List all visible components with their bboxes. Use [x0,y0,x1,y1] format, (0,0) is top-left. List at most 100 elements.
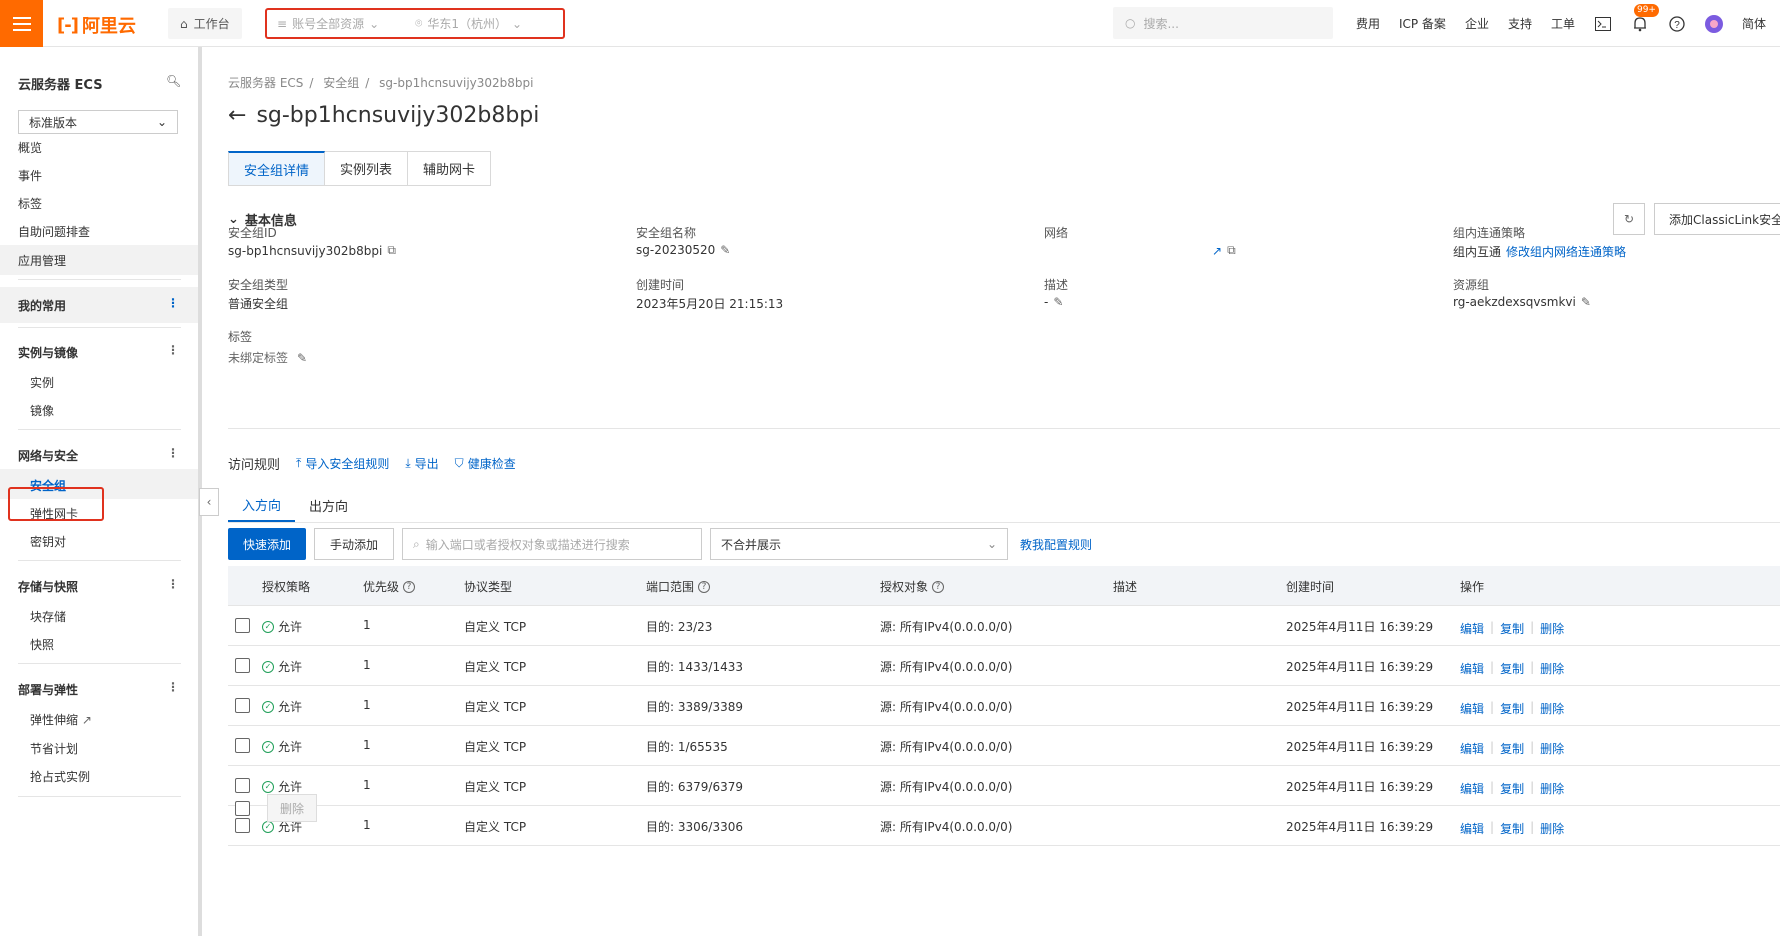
sidebar-group-storage[interactable]: 存储与快照 [18,578,78,595]
teach-me-link[interactable]: 教我配置规则 [1020,536,1092,553]
group-more-icon[interactable]: ⋮ [167,343,179,357]
help-icon[interactable]: ? [698,580,711,593]
toplink-enterprise[interactable]: 企业 [1465,15,1489,32]
sidebar-item-app-management[interactable]: 应用管理 [18,252,66,269]
copy-link[interactable]: 复制 [1500,740,1524,757]
help-icon[interactable]: ? [403,580,416,593]
tab-details[interactable]: 安全组详情 [228,151,326,186]
row-checkbox[interactable] [235,618,250,633]
sidebar-search-icon[interactable]: 🔍︎ [166,74,181,88]
sidebar-item-block-storage[interactable]: 块存储 [30,608,66,625]
edit-icon[interactable]: ✎ [720,243,730,257]
sidebar-item-savings-plan[interactable]: 节省计划 [30,740,78,757]
edit-link[interactable]: 编辑 [1460,660,1484,677]
bell-icon[interactable]: 99+ [1631,3,1659,33]
row-checkbox[interactable] [235,658,250,673]
tab-secondary-eni[interactable]: 辅助网卡 [408,151,492,186]
quick-add-button[interactable]: 快速添加 [228,528,307,560]
sidebar-favorites[interactable]: 我的常用 [18,297,66,314]
breadcrumb-security-groups[interactable]: 安全组 [323,76,359,90]
sidebar-item-autoscaling[interactable]: 弹性伸缩 ↗ [30,711,92,728]
global-search-input[interactable]: ○ 搜索... [1113,7,1333,39]
shield-check-icon: ⛉ [454,456,464,470]
edit-link[interactable]: 编辑 [1460,740,1484,757]
language-switch[interactable]: 简体 [1742,15,1766,32]
edit-link[interactable]: 编辑 [1460,700,1484,717]
sidebar-group-instances[interactable]: 实例与镜像 [18,344,78,361]
favorites-more-icon[interactable]: ⋮ [167,296,179,310]
sidebar-item-snapshots[interactable]: 快照 [30,636,54,653]
delete-link[interactable]: 删除 [1540,620,1564,637]
select-all-checkbox[interactable] [235,800,250,816]
sidebar-item-keypairs[interactable]: 密钥对 [30,533,66,550]
copy-icon[interactable]: ⧉ [387,243,396,258]
delete-link[interactable]: 删除 [1540,660,1564,677]
sidebar-item-instances[interactable]: 实例 [30,374,54,391]
edit-icon[interactable]: ✎ [297,351,307,365]
copy-link[interactable]: 复制 [1500,820,1524,837]
avatar[interactable] [1704,14,1723,33]
sidebar-collapse-button[interactable]: ‹ [199,488,219,516]
add-classiclink-button[interactable]: 添加ClassicLink安全组规则 [1654,203,1780,235]
copy-icon[interactable]: ⧉ [1227,243,1236,258]
merge-display-select[interactable]: 不合并展示 ⌄ [710,528,1009,560]
aliyun-logo[interactable]: [-] 阿里云 [57,12,136,38]
manual-add-button[interactable]: 手动添加 [314,528,395,560]
rules-search-input[interactable]: ⌕ 输入端口或者授权对象或描述进行搜索 [402,528,703,560]
group-more-icon[interactable]: ⋮ [167,577,179,591]
sidebar-item-tags[interactable]: 标签 [18,195,42,212]
tab-outbound[interactable]: 出方向 [295,488,362,522]
sidebar-item-events[interactable]: 事件 [18,167,42,184]
sidebar-item-spot-instances[interactable]: 抢占式实例 [30,768,90,785]
tab-inbound[interactable]: 入方向 [228,488,296,522]
delete-link[interactable]: 删除 [1540,740,1564,757]
edit-link[interactable]: 编辑 [1460,780,1484,797]
refresh-button[interactable]: ↻ [1613,203,1645,235]
check-circle-icon: ✓ [262,660,274,673]
breadcrumb-ecs[interactable]: 云服务器 ECS [228,76,303,90]
external-link-icon[interactable]: ↗ [1212,244,1222,258]
edit-icon[interactable]: ✎ [1581,295,1591,309]
sidebar-group-deploy[interactable]: 部署与弹性 [18,681,78,698]
back-arrow-icon[interactable]: ← [228,103,246,128]
copy-link[interactable]: 复制 [1500,620,1524,637]
edit-link[interactable]: 编辑 [1460,620,1484,637]
location-pin-icon: ⌾ [415,16,423,30]
toplink-billing[interactable]: 费用 [1356,15,1380,32]
tab-instances[interactable]: 实例列表 [325,151,409,186]
help-icon[interactable]: ? [1668,15,1686,33]
export-link[interactable]: ⤓ 导出 [405,455,438,472]
copy-link[interactable]: 复制 [1500,700,1524,717]
edit-link[interactable]: 编辑 [1460,820,1484,837]
region-dropdown[interactable]: ⌾ 华东1（杭州） ⌄ [415,15,522,32]
row-checkbox[interactable] [235,738,250,753]
copy-link[interactable]: 复制 [1500,660,1524,677]
edit-icon[interactable]: ✎ [1053,295,1063,309]
copy-link[interactable]: 复制 [1500,780,1524,797]
toplink-ticket[interactable]: 工单 [1551,15,1575,32]
row-checkbox[interactable] [235,778,250,793]
group-more-icon[interactable]: ⋮ [167,680,179,694]
sidebar-group-network[interactable]: 网络与安全 [18,447,78,464]
import-rules-link[interactable]: ⤒ 导入安全组规则 [296,455,389,472]
delete-link[interactable]: 删除 [1540,700,1564,717]
resource-scope-dropdown[interactable]: ≡ 账号全部资源 ⌄ [277,15,379,32]
terminal-icon[interactable] [1594,15,1612,33]
modify-policy-link[interactable]: 修改组内网络连通策略 [1506,243,1626,260]
delete-link[interactable]: 删除 [1540,780,1564,797]
help-icon[interactable]: ? [932,580,945,593]
sidebar-item-troubleshoot[interactable]: 自助问题排查 [18,223,90,240]
sidebar-item-overview[interactable]: 概览 [18,139,42,156]
version-select[interactable]: 标准版本 ⌄ [18,110,178,134]
toplink-icp[interactable]: ICP 备案 [1399,15,1446,32]
sidebar-item-images[interactable]: 镜像 [30,402,54,419]
bulk-delete-button[interactable]: 删除 [267,794,318,822]
group-more-icon[interactable]: ⋮ [167,446,179,460]
target-cell: 源: 所有IPv4(0.0.0.0/0) [880,660,1013,674]
menu-icon[interactable] [0,0,43,47]
delete-link[interactable]: 删除 [1540,820,1564,837]
row-checkbox[interactable] [235,698,250,713]
toplink-support[interactable]: 支持 [1508,15,1532,32]
health-check-link[interactable]: ⛉ 健康检查 [455,455,516,472]
workbench-button[interactable]: ⌂ 工作台 [168,8,242,39]
